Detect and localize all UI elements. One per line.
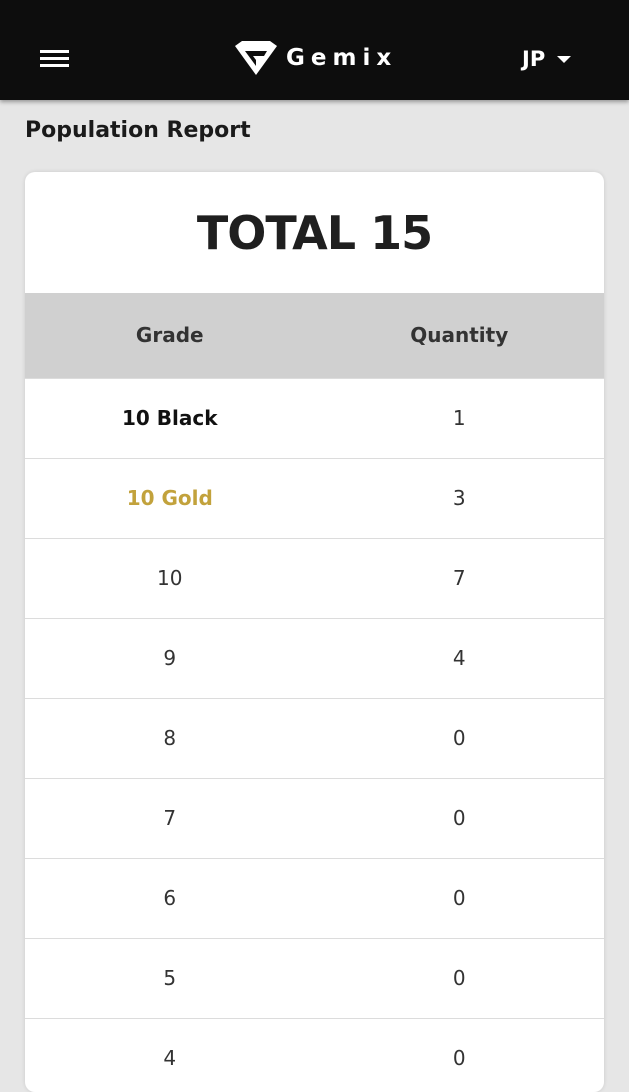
hamburger-menu-icon[interactable] bbox=[40, 48, 69, 68]
grade-cell: 8 bbox=[163, 726, 177, 750]
column-header-grade: Grade bbox=[135, 323, 204, 348]
grade-cell: 10 Gold bbox=[126, 486, 213, 510]
quantity-cell: 4 bbox=[452, 646, 466, 670]
total-count: TOTAL 15 bbox=[196, 205, 433, 260]
quantity-cell: 0 bbox=[452, 886, 466, 910]
brand-home-link[interactable]: Gemix bbox=[234, 40, 397, 76]
grade-cell: 4 bbox=[163, 1046, 177, 1071]
population-report-card: TOTAL 15 Grade Quantity 10 Black 1 10 Go… bbox=[25, 172, 604, 1092]
table-row: 4 0 bbox=[25, 1018, 604, 1092]
menu-line bbox=[40, 50, 69, 53]
table-header-row: Grade Quantity bbox=[25, 293, 604, 378]
quantity-cell: 0 bbox=[452, 726, 466, 750]
top-navigation-bar: Gemix JP bbox=[0, 0, 629, 100]
population-table: Grade Quantity 10 Black 1 10 Gold 3 10 7… bbox=[25, 293, 604, 1092]
column-header-quantity: Quantity bbox=[410, 323, 509, 348]
quantity-cell: 0 bbox=[452, 806, 466, 830]
table-row: 6 0 bbox=[25, 858, 604, 938]
brand-name: Gemix bbox=[286, 45, 398, 71]
quantity-cell: 0 bbox=[452, 1046, 466, 1071]
menu-line bbox=[40, 57, 69, 60]
quantity-cell: 3 bbox=[452, 486, 466, 510]
menu-line bbox=[40, 64, 69, 67]
grade-cell: 10 bbox=[157, 566, 183, 590]
grade-cell: 5 bbox=[163, 966, 177, 990]
quantity-cell: 1 bbox=[452, 406, 466, 430]
quantity-cell: 0 bbox=[452, 966, 466, 990]
table-row: 8 0 bbox=[25, 698, 604, 778]
table-row: 9 4 bbox=[25, 618, 604, 698]
table-row: 10 7 bbox=[25, 538, 604, 618]
table-row: 10 Gold 3 bbox=[25, 458, 604, 538]
grade-cell: 10 Black bbox=[121, 406, 218, 430]
language-label: JP bbox=[522, 47, 546, 71]
grade-cell: 6 bbox=[163, 886, 177, 910]
caret-down-icon bbox=[557, 55, 572, 63]
table-row: 7 0 bbox=[25, 778, 604, 858]
table-row: 5 0 bbox=[25, 938, 604, 1018]
grade-cell: 9 bbox=[163, 646, 177, 670]
gemix-logo-icon bbox=[235, 41, 277, 75]
grade-cell: 7 bbox=[163, 806, 177, 830]
quantity-cell: 7 bbox=[452, 566, 466, 590]
page-title: Population Report bbox=[25, 118, 251, 143]
table-row: 10 Black 1 bbox=[25, 378, 604, 458]
language-selector[interactable]: JP bbox=[522, 45, 572, 73]
